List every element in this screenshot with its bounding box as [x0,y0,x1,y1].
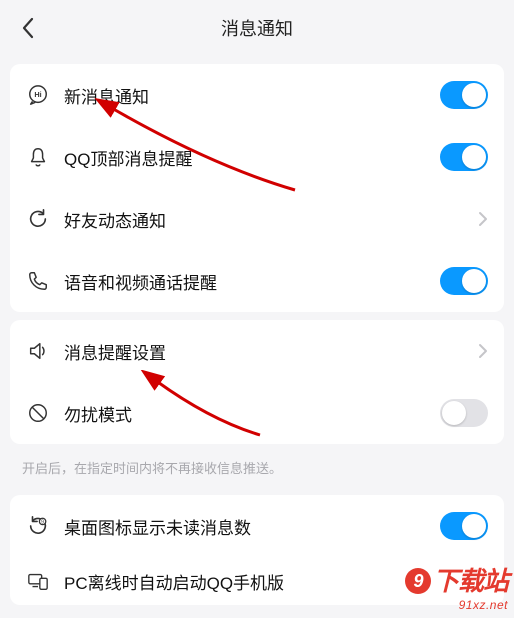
speaker-icon [26,339,50,363]
row-label: 新消息通知 [64,83,440,108]
row-notify-settings[interactable]: 消息提醒设置 [10,320,504,382]
row-label: 语音和视频通话提醒 [64,269,440,294]
watermark-text: 下载站 [433,566,508,596]
row-new-message-notify[interactable]: Hi 新消息通知 [10,64,504,126]
row-label: 勿扰模式 [64,401,440,426]
chevron-right-icon [478,211,488,227]
svg-text:9: 9 [41,519,44,525]
row-dnd-mode[interactable]: 勿扰模式 [10,382,504,444]
toggle-dnd[interactable] [440,399,488,427]
row-desktop-badge[interactable]: 9 桌面图标显示未读消息数 [10,495,504,557]
watermark-url: 91xz.net [403,598,508,612]
row-label: QQ顶部消息提醒 [64,145,440,170]
svg-text:9: 9 [413,571,423,591]
header-bar: 消息通知 [0,0,514,56]
phone-icon [26,269,50,293]
svg-text:Hi: Hi [34,90,41,99]
settings-group-2: 消息提醒设置 勿扰模式 [10,320,504,444]
watermark: 9 下载站 91xz.net [403,561,508,612]
row-label: 桌面图标显示未读消息数 [64,514,440,539]
row-voice-video-call[interactable]: 语音和视频通话提醒 [10,250,504,312]
hi-bubble-icon: Hi [26,83,50,107]
row-qq-top-notify[interactable]: QQ顶部消息提醒 [10,126,504,188]
page-title: 消息通知 [221,15,293,41]
chevron-right-icon [478,343,488,359]
block-icon [26,401,50,425]
settings-group-1: Hi 新消息通知 QQ顶部消息提醒 好友动态通知 [10,64,504,312]
row-label: 消息提醒设置 [64,339,478,364]
dnd-hint-text: 开启后，在指定时间内将不再接收信息推送。 [0,452,514,487]
watermark-icon: 9 [403,566,433,597]
row-friend-activity[interactable]: 好友动态通知 [10,188,504,250]
refresh-icon [26,207,50,231]
toggle-new-message[interactable] [440,81,488,109]
row-label: 好友动态通知 [64,207,478,232]
devices-icon [26,569,50,593]
toggle-qq-top[interactable] [440,143,488,171]
chevron-left-icon [21,17,35,39]
back-button[interactable] [14,14,42,42]
bell-icon [26,145,50,169]
toggle-voice-video[interactable] [440,267,488,295]
badge-refresh-icon: 9 [26,514,50,538]
toggle-desktop-badge[interactable] [440,512,488,540]
